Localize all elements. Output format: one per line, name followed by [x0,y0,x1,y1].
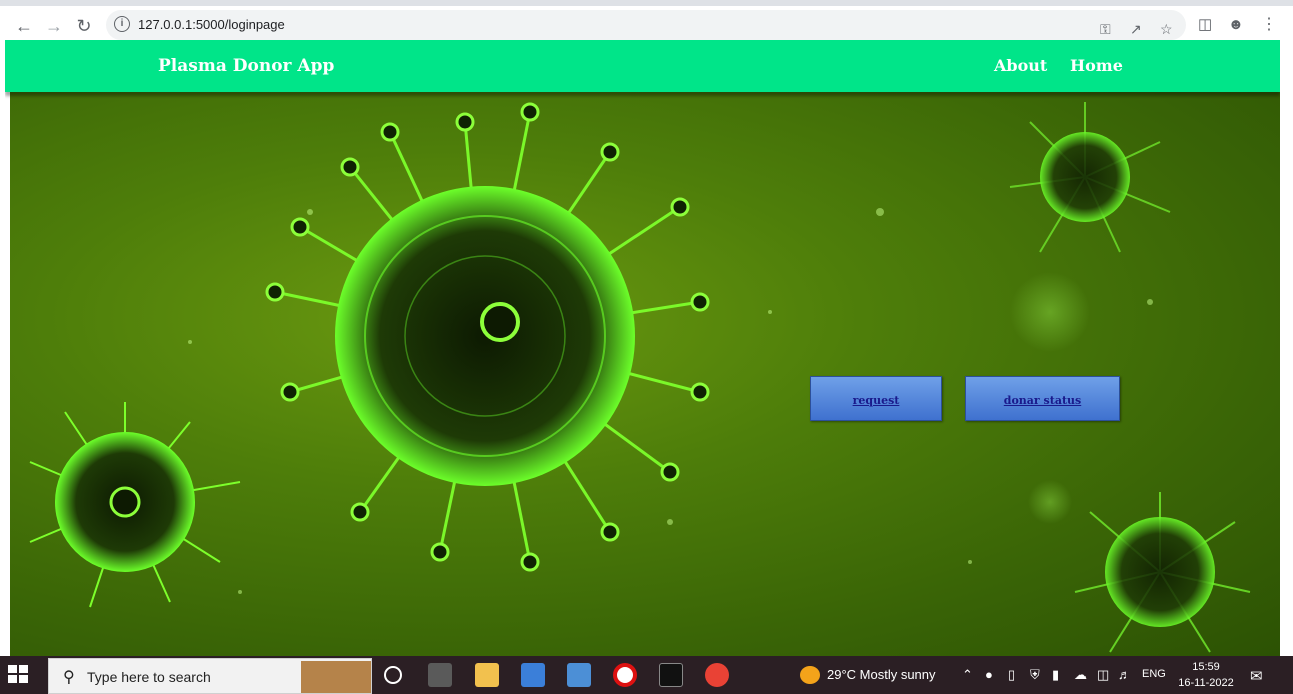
shield-icon[interactable]: ⛨ [1030,667,1040,683]
taskbar-search-box[interactable]: ⚲ Type here to search [48,658,372,694]
nav-home-link[interactable]: Home [1070,56,1123,75]
top-navbar: Plasma Donor App About Home [5,40,1280,92]
donar-status-button[interactable]: donar status [965,376,1120,421]
recorder-icon[interactable] [613,663,637,687]
tray-chevron-icon[interactable]: ⌃ [962,667,973,683]
star-icon[interactable]: ☆ [1160,21,1173,37]
donar-status-button-label: donar status [1003,394,1082,407]
cortana-icon[interactable] [384,666,402,684]
weather-sun-icon [800,666,820,684]
profile-avatar[interactable]: ☻ [1228,17,1244,33]
site-info-icon[interactable]: i [114,16,130,32]
battery-icon[interactable]: ▮ [1052,667,1059,683]
task-view-icon[interactable] [428,663,452,687]
url-text: 127.0.0.1:5000/loginpage [138,17,285,32]
chrome-icon[interactable] [705,663,729,687]
clock-time: 15:59 [1192,661,1220,673]
share-icon[interactable]: ↗ [1130,21,1142,37]
address-bar[interactable]: i 127.0.0.1:5000/loginpage ⚿ ↗ ☆ [106,10,1186,40]
menu-kebab-icon[interactable]: ⋮ [1261,17,1277,33]
clock-date: 16-11-2022 [1178,677,1234,689]
windows-start-icon[interactable] [8,665,30,685]
language-indicator[interactable]: ENG [1142,668,1166,680]
usb-icon[interactable]: ▯ [1008,667,1015,683]
cloud-icon[interactable]: ☁ [1074,667,1087,683]
forward-arrow-icon[interactable]: → [42,14,66,38]
virus-background: request donar status [10,92,1280,656]
brand-title[interactable]: Plasma Donor App [158,56,334,76]
remote-desktop-icon[interactable] [567,663,591,687]
request-button[interactable]: request [810,376,942,421]
system-clock[interactable]: 15:59 16-11-2022 [1176,659,1236,691]
store-icon[interactable] [521,663,545,687]
back-arrow-icon[interactable]: ← [12,14,36,38]
file-explorer-icon[interactable] [475,663,499,687]
terminal-icon[interactable] [659,663,683,687]
volume-icon[interactable]: ♬ [1118,667,1131,682]
search-highlight-image [301,661,371,693]
request-button-label: request [852,394,900,407]
app-window: Plasma Donor App About Home request dona… [5,40,1280,656]
key-icon[interactable]: ⚿ [1100,21,1111,37]
notification-icon[interactable]: ✉ [1250,667,1263,685]
search-placeholder: Type here to search [87,669,211,685]
reload-icon[interactable]: ↻ [72,14,96,38]
network-icon[interactable]: ◫ [1097,667,1109,683]
tray-app-icon[interactable]: ● [985,667,993,682]
virus-illustration [29,102,1251,653]
side-panel-icon[interactable]: ◫ [1198,17,1212,33]
nav-about-link[interactable]: About [994,56,1047,75]
windows-taskbar: ⚲ Type here to search 29°C Mostly sunny … [0,656,1293,694]
browser-toolbar: ← → ↻ i 127.0.0.1:5000/loginpage ⚿ ↗ ☆ ◫… [0,0,1293,40]
search-icon: ⚲ [63,669,75,686]
weather-text[interactable]: 29°C Mostly sunny [827,667,936,682]
